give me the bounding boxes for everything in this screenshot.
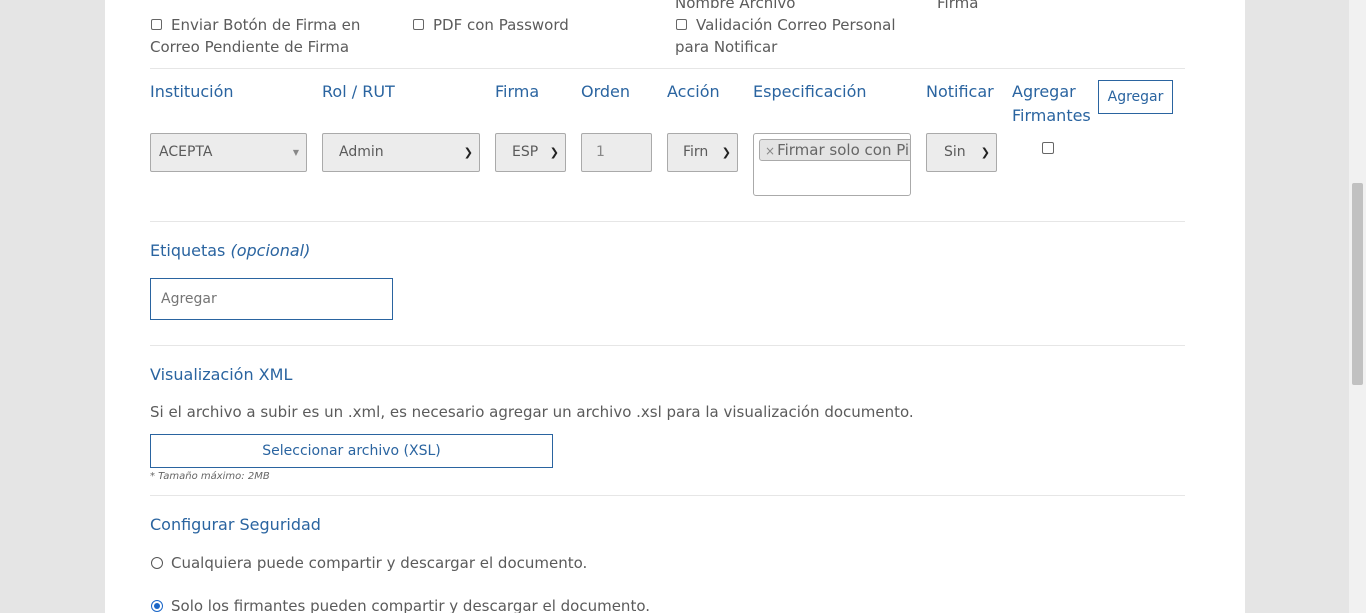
pdf-password-checkbox[interactable] [413, 19, 424, 30]
orden-input[interactable]: 1 [581, 133, 652, 172]
accion-select[interactable]: Firn ❯ [667, 133, 738, 172]
agregar-firmantes-checkbox[interactable] [1042, 142, 1054, 154]
header-accion: Acción [667, 82, 720, 101]
institucion-value: ACEPTA [159, 144, 213, 160]
chevron-down-icon: ❯ [463, 146, 473, 159]
tag-remove-icon[interactable]: × [760, 144, 777, 158]
add-signer-button[interactable]: Agregar [1098, 80, 1173, 114]
scrollbar-thumb[interactable] [1352, 183, 1363, 385]
orden-value: 1 [596, 144, 605, 160]
tags-title-text: Etiquetas [150, 241, 226, 260]
firma-select[interactable]: ESP ❯ [495, 133, 566, 172]
chevron-down-icon: ❯ [549, 146, 559, 159]
tag-label: Firmar solo con Pin [777, 141, 911, 159]
divider [150, 221, 1185, 222]
security-title: Configurar Seguridad [150, 515, 321, 534]
rol-rut-select[interactable]: Admin ❯ [322, 133, 480, 172]
tags-optional: (opcional) [230, 241, 311, 260]
rol-value: Admin [339, 144, 384, 160]
security-signers-radio[interactable] [151, 600, 163, 612]
accion-value: Firn [683, 144, 709, 160]
divider [150, 345, 1185, 346]
header-firma: Firma [495, 82, 540, 101]
header-agregar-firmantes: Agregar Firmantes [1012, 82, 1091, 125]
firma-value: ESP [512, 144, 539, 160]
header-rol-rut: Rol / RUT [322, 82, 395, 101]
divider [150, 495, 1185, 496]
chevron-down-icon: ❯ [721, 146, 731, 159]
divider [150, 68, 1185, 69]
security-anyone-radio[interactable] [151, 557, 163, 569]
especificacion-multiselect[interactable]: × Firmar solo con Pin [753, 133, 911, 196]
chevron-down-icon: ❯ [980, 146, 990, 159]
header-institucion: Institución [150, 82, 234, 101]
dropdown-arrow-icon: ▼ [292, 148, 299, 157]
tags-input[interactable] [150, 278, 393, 320]
header-notificar: Notificar [926, 82, 994, 101]
tags-title: Etiquetas (opcional) [150, 239, 310, 263]
max-size-note: * Tamaño máximo: 2MB [150, 471, 270, 482]
partial-label-firma: Firma [937, 0, 979, 12]
xml-description: Si el archivo a subir es un .xml, es nec… [150, 403, 914, 421]
header-orden: Orden [581, 82, 631, 101]
notificar-select[interactable]: Sin ❯ [926, 133, 997, 172]
pdf-password-label: PDF con Password [433, 16, 569, 34]
header-especificacion: Especificación [753, 82, 867, 101]
especificacion-tag: × Firmar solo con Pin [759, 139, 911, 161]
partial-label-nombre-archivo: Nombre Archivo [675, 0, 796, 12]
security-anyone-label: Cualquiera puede compartir y descargar e… [171, 554, 588, 572]
institucion-select[interactable]: ACEPTA ▼ [150, 133, 307, 172]
send-button-email-label: Enviar Botón de Firma en Correo Pendient… [150, 16, 361, 56]
form-page: Nombre Archivo Firma Enviar Botón de Fir… [105, 0, 1245, 613]
notificar-value: Sin [944, 144, 966, 160]
validate-email-label: Validación Correo Personal para Notifica… [675, 16, 896, 56]
xml-title: Visualización XML [150, 365, 293, 384]
security-signers-label: Solo los firmantes pueden compartir y de… [171, 597, 651, 613]
select-xsl-button[interactable]: Seleccionar archivo (XSL) [150, 434, 553, 468]
